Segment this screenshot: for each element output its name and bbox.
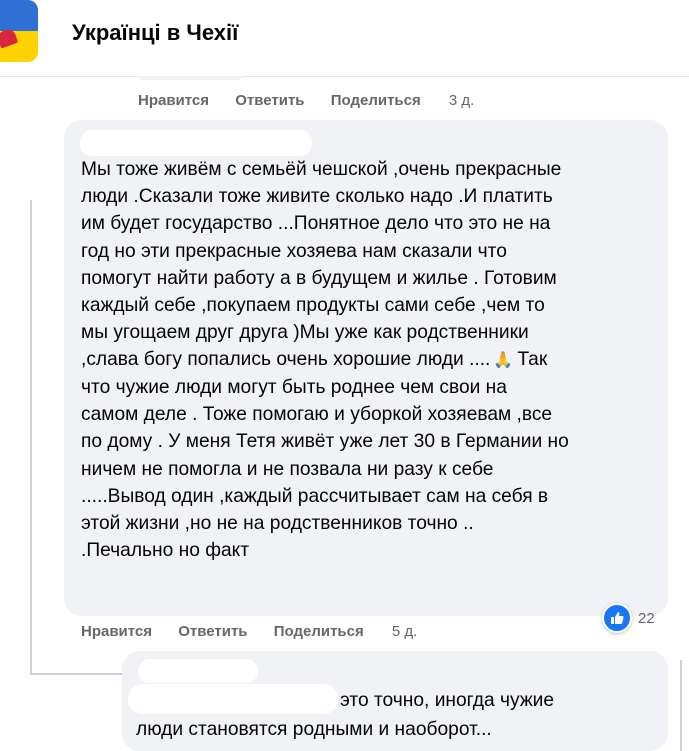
comment-line: ничем не помогла и не позвала ни разу к … bbox=[81, 458, 494, 480]
comment-line: этой жизни ,но не на родственников точно… bbox=[81, 512, 474, 534]
comment-line-text: ,слава богу попались очень хорошие люди … bbox=[81, 349, 491, 371]
group-title[interactable]: Українці в Чехії bbox=[72, 20, 238, 46]
comment-line: .....Вывод один ,каждый рассчитывает сам… bbox=[81, 485, 549, 507]
comment-timestamp[interactable]: 5 д. bbox=[392, 623, 417, 640]
comment-line: самом деле . Тоже помогаю и уборкой хозя… bbox=[81, 404, 553, 426]
praying-hands-emoji: 🙏 bbox=[493, 351, 514, 369]
reply-button[interactable]: Ответить bbox=[178, 623, 247, 640]
share-button[interactable]: Поделиться bbox=[274, 623, 364, 640]
comment-line: Мы тоже живём с семьёй чешской ,очень пр… bbox=[81, 159, 562, 180]
redacted-reply-author bbox=[138, 659, 258, 683]
comment-line: им будет государство ...Понятное дело чт… bbox=[81, 213, 551, 235]
thumbs-up-icon bbox=[602, 603, 632, 633]
comment-body: Мы тоже живём с семьёй чешской ,очень пр… bbox=[81, 156, 663, 564]
comment-line: ,слава богу попались очень хорошие люди … bbox=[81, 346, 663, 374]
previous-comment-bubble bbox=[138, 76, 242, 80]
reply-line: люди становятся родными и наоборот... bbox=[136, 719, 492, 740]
comment-line: что чужие люди могут быть роднее чем сво… bbox=[81, 376, 507, 398]
comment-line: помогут найти работу а в будущем и жилье… bbox=[81, 267, 557, 289]
like-button[interactable]: Нравится bbox=[81, 623, 152, 640]
comment-line: по дому . У меня Тетя живёт уже лет 30 в… bbox=[81, 431, 569, 453]
reaction-count: 22 bbox=[638, 609, 655, 627]
comment-actions: Нравится Ответить Поделиться 5 д. bbox=[81, 623, 417, 640]
comment-line: люди .Сказали тоже живите сколько надо .… bbox=[81, 186, 553, 208]
reply-button[interactable]: Ответить bbox=[235, 92, 304, 109]
comment-timestamp[interactable]: 3 д. bbox=[449, 92, 474, 109]
comment-line: мы угощаем друг друга )Мы уже как родств… bbox=[81, 322, 529, 344]
comment-line: год но эти прекрасные хозяева нам сказал… bbox=[81, 240, 507, 262]
redacted-author-name bbox=[80, 130, 312, 156]
group-header: Українці в Чехії bbox=[0, 0, 689, 77]
thread-line bbox=[30, 200, 32, 675]
thread-line-branch bbox=[30, 673, 122, 675]
reactions-summary[interactable]: 22 bbox=[602, 603, 655, 633]
share-button[interactable]: Поделиться bbox=[331, 92, 421, 109]
like-button[interactable]: Нравится bbox=[138, 92, 209, 109]
previous-comment-actions: Нравится Ответить Поделиться 3 д. bbox=[138, 92, 474, 109]
comment-line: каждый себе ,покупаем продукты сами себе… bbox=[81, 295, 545, 317]
group-avatar[interactable] bbox=[0, 0, 38, 62]
reply-line: это точно, иногда чужие bbox=[340, 690, 555, 711]
comment-line: .Печально но факт bbox=[81, 540, 250, 562]
thread-line-right bbox=[680, 660, 682, 751]
heart-icon bbox=[0, 27, 19, 49]
comment-line-text: Так bbox=[517, 349, 548, 371]
reply-body: это точно, иногда чужие люди становятся … bbox=[136, 686, 656, 744]
